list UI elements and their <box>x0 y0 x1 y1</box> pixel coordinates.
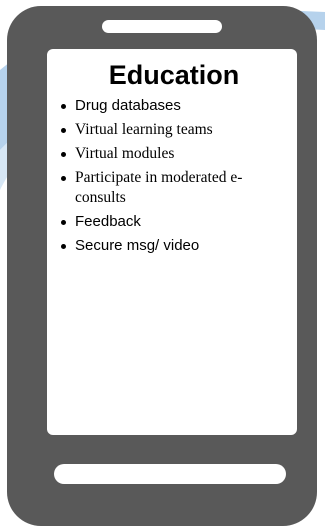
list-item: Feedback <box>61 212 287 232</box>
speaker-slot-icon <box>102 20 222 33</box>
bullet-text: Secure msg/ video <box>75 237 200 254</box>
list-item: Secure msg/ video <box>61 236 287 256</box>
bullet-text: Drug databases <box>75 97 181 114</box>
list-item: Participate in moderated e-consults <box>61 168 287 208</box>
list-item: Virtual learning teams <box>61 120 287 140</box>
bullet-dot-icon <box>61 220 66 225</box>
bullet-dot-icon <box>61 128 66 133</box>
slide-title: Education <box>108 60 240 90</box>
bullet-dot-icon <box>61 152 66 157</box>
bullet-dot-icon <box>61 244 66 249</box>
list-item: Drug databases <box>61 96 287 116</box>
list-item: Virtual modules <box>61 144 287 164</box>
mobile-phone-icon: Education Drug databases Virtual learnin… <box>7 6 317 526</box>
bullet-text: Feedback <box>75 213 141 230</box>
home-bar-icon[interactable] <box>54 464 286 484</box>
bullet-text: Participate in moderated e-consults <box>75 169 243 206</box>
bullet-dot-icon <box>61 104 66 109</box>
bullet-list: Drug databases Virtual learning teams Vi… <box>61 96 287 256</box>
phone-screen: Education Drug databases Virtual learnin… <box>47 49 297 435</box>
bullet-text: Virtual modules <box>75 145 175 162</box>
bullet-text: Virtual learning teams <box>75 121 213 138</box>
bullet-dot-icon <box>61 176 66 181</box>
